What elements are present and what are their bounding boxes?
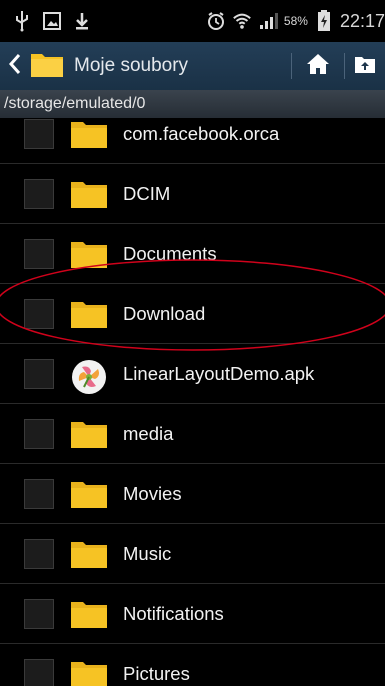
back-button[interactable] xyxy=(0,42,64,90)
list-item[interactable]: Movies xyxy=(0,464,385,524)
file-name: Pictures xyxy=(123,662,190,684)
list-item[interactable]: LinearLayoutDemo.apk xyxy=(0,344,385,404)
list-item[interactable]: Pictures xyxy=(0,644,385,686)
checkbox[interactable] xyxy=(24,478,54,509)
wifi-icon xyxy=(232,10,252,32)
breadcrumb: /storage/emulated/0 xyxy=(0,90,385,118)
list-item[interactable]: DCIM xyxy=(0,164,385,224)
home-icon xyxy=(306,53,330,80)
file-list: com.facebook.orca DCIM Documents Downloa… xyxy=(0,118,385,686)
status-bar: 58% 22:17 xyxy=(0,0,385,42)
folder-icon xyxy=(70,479,108,509)
action-bar: Moje soubory xyxy=(0,42,385,90)
folder-up-icon xyxy=(354,54,376,79)
folder-icon xyxy=(70,539,108,569)
folder-icon xyxy=(70,119,108,149)
checkbox[interactable] xyxy=(24,598,54,629)
current-path: /storage/emulated/0 xyxy=(4,95,146,112)
app-title: Moje soubory xyxy=(74,55,189,76)
annotation-ellipse xyxy=(0,259,385,351)
clock: 22:17 xyxy=(339,10,385,31)
battery-percent: 58% xyxy=(283,14,308,28)
folder-icon xyxy=(70,599,108,629)
usb-icon xyxy=(12,10,32,32)
checkbox[interactable] xyxy=(24,178,54,209)
file-name: com.facebook.orca xyxy=(123,122,280,144)
checkbox[interactable] xyxy=(24,418,54,449)
battery-charging-icon xyxy=(314,10,334,32)
checkbox[interactable] xyxy=(24,118,54,149)
folder-icon xyxy=(70,659,108,686)
file-name: LinearLayoutDemo.apk xyxy=(123,362,315,384)
checkbox[interactable] xyxy=(24,538,54,569)
checkbox[interactable] xyxy=(24,658,54,686)
signal-icon xyxy=(258,10,278,32)
gallery-icon xyxy=(42,10,62,32)
apk-icon xyxy=(70,359,108,394)
list-item[interactable]: com.facebook.orca xyxy=(0,118,385,164)
up-folder-button[interactable] xyxy=(345,42,385,90)
file-name: Movies xyxy=(123,482,182,504)
chevron-left-icon xyxy=(8,53,22,80)
alarm-icon xyxy=(206,10,226,32)
folder-icon xyxy=(30,50,64,83)
list-item[interactable]: media xyxy=(0,404,385,464)
file-name: Music xyxy=(123,542,172,564)
folder-icon xyxy=(70,419,108,449)
file-name: Notifications xyxy=(123,602,224,624)
checkbox[interactable] xyxy=(24,358,54,389)
file-name: media xyxy=(123,422,174,444)
download-icon xyxy=(72,10,92,32)
list-item[interactable]: Notifications xyxy=(0,584,385,644)
list-item[interactable]: Music xyxy=(0,524,385,584)
file-name: DCIM xyxy=(123,182,171,204)
folder-icon xyxy=(70,179,108,209)
home-button[interactable] xyxy=(292,42,344,90)
